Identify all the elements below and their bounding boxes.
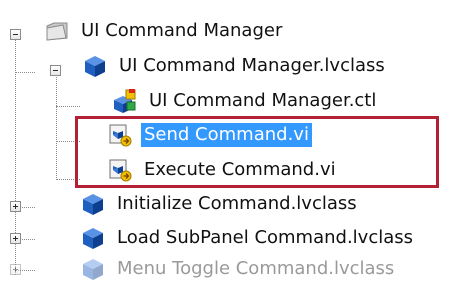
folder-icon: [46, 22, 68, 41]
control-ctl-icon: [114, 89, 136, 113]
collapse-toggle-root[interactable]: [10, 29, 21, 40]
tree-line: [15, 72, 35, 73]
lvclass-cube-icon: [85, 56, 105, 77]
tree-item-label: UI Command Manager.ctl: [149, 90, 377, 111]
lvclass-cube-icon: [83, 259, 103, 280]
tree-item-ui-command-manager-ctl[interactable]: UI Command Manager.ctl: [112, 84, 379, 118]
collapse-toggle-class[interactable]: [50, 65, 61, 76]
expand-toggle-menu-toggle[interactable]: [10, 264, 21, 275]
expand-toggle-load-subpanel[interactable]: [10, 233, 21, 244]
tree-item-label: Menu Toggle Command.lvclass: [117, 258, 395, 279]
tree-item-label: Initialize Command.lvclass: [117, 193, 357, 214]
tree-line: [56, 72, 57, 180]
tree-item-menu-toggle-command-lvclass[interactable]: Menu Toggle Command.lvclass: [80, 252, 397, 286]
project-tree: UI Command Manager UI Command Manager.lv…: [0, 0, 475, 285]
tree-item-ui-command-manager-lvclass[interactable]: UI Command Manager.lvclass: [82, 49, 388, 83]
tree-item-initialize-command-lvclass[interactable]: Initialize Command.lvclass: [80, 187, 360, 221]
tree-item-label: UI Command Manager.lvclass: [119, 55, 385, 76]
tree-item-load-subpanel-command-lvclass[interactable]: Load SubPanel Command.lvclass: [80, 221, 416, 255]
highlight-annotation-box: [75, 116, 439, 188]
tree-line: [56, 106, 80, 107]
expand-toggle-initialize[interactable]: [10, 201, 21, 212]
tree-item-ui-command-manager[interactable]: UI Command Manager: [44, 14, 285, 48]
tree-item-label: Load SubPanel Command.lvclass: [117, 227, 414, 248]
tree-item-label: UI Command Manager: [81, 20, 283, 41]
lvclass-cube-icon: [83, 228, 103, 249]
lvclass-cube-icon: [83, 194, 103, 215]
